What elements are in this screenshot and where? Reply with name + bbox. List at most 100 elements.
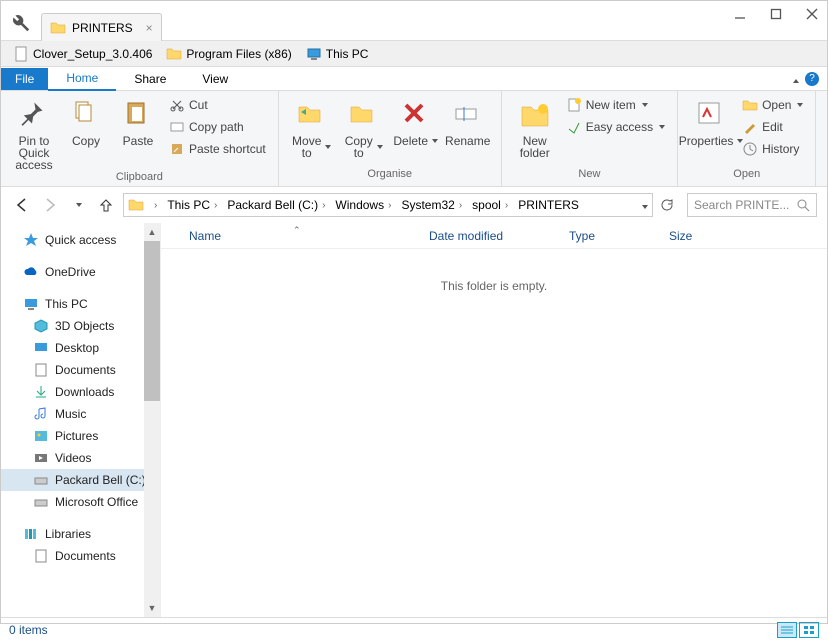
scissors-icon (169, 97, 185, 113)
tree-onedrive[interactable]: OneDrive (1, 261, 160, 283)
copy-button[interactable]: Copy (61, 95, 111, 147)
pin-to-quick-access-button[interactable]: Pin to Quick access (9, 95, 59, 171)
column-name[interactable]: Name⌃ (181, 229, 421, 243)
address-dropdown[interactable] (640, 198, 648, 212)
select-all-button[interactable]: Select all (824, 95, 828, 115)
new-item-icon (566, 97, 582, 113)
maximize-button[interactable] (769, 7, 783, 21)
copy-to-icon (348, 99, 380, 131)
help-button[interactable]: ? (805, 72, 819, 86)
copy-path-button[interactable]: Copy path (165, 117, 270, 137)
bookmark-label: This PC (326, 47, 369, 61)
column-date[interactable]: Date modified (421, 229, 561, 243)
group-label: Organise (287, 168, 493, 182)
close-button[interactable] (805, 7, 819, 21)
scroll-down-icon[interactable]: ▼ (144, 599, 160, 617)
edit-button[interactable]: Edit (738, 117, 807, 137)
close-tab-icon[interactable]: × (146, 21, 153, 35)
tree-downloads[interactable]: Downloads (1, 381, 160, 403)
tree-music[interactable]: Music (1, 403, 160, 425)
content-pane: Name⌃ Date modified Type Size This folde… (161, 223, 827, 617)
pc-icon (306, 46, 322, 62)
tree-quick-access[interactable]: Quick access (1, 229, 160, 251)
wrench-icon[interactable] (9, 12, 33, 36)
new-folder-button[interactable]: New folder (510, 95, 560, 159)
tree-3d-objects[interactable]: 3D Objects (1, 315, 160, 337)
paste-button[interactable]: Paste (113, 95, 163, 147)
pc-icon (23, 296, 39, 312)
properties-icon (695, 99, 727, 131)
collapse-ribbon-button[interactable] (791, 72, 799, 86)
breadcrumb-sep[interactable]: › (146, 200, 161, 211)
recent-locations-button[interactable] (67, 194, 89, 216)
breadcrumb-item[interactable]: Packard Bell (C:)› (223, 198, 329, 212)
pictures-icon (33, 428, 49, 444)
nav-scrollbar[interactable]: ▲ ▼ (144, 223, 160, 617)
home-tab[interactable]: Home (48, 67, 116, 91)
breadcrumb-item[interactable]: Windows› (331, 198, 395, 212)
tree-desktop[interactable]: Desktop (1, 337, 160, 359)
videos-icon (33, 450, 49, 466)
breadcrumb-item[interactable]: This PC› (163, 198, 221, 212)
breadcrumb-item[interactable]: PRINTERS (514, 198, 583, 212)
file-tab[interactable]: File (1, 68, 48, 90)
bookmark-item[interactable]: This PC (302, 44, 373, 64)
star-icon (23, 232, 39, 248)
tree-videos[interactable]: Videos (1, 447, 160, 469)
share-tab[interactable]: Share (116, 68, 184, 90)
move-to-button[interactable]: Move to (287, 95, 337, 159)
up-button[interactable] (95, 194, 117, 216)
scroll-up-icon[interactable]: ▲ (144, 223, 160, 241)
folder-icon (128, 197, 144, 213)
desktop-icon (33, 340, 49, 356)
documents-icon (33, 362, 49, 378)
item-count: 0 items (9, 623, 48, 637)
address-field[interactable]: › This PC› Packard Bell (C:)› Windows› S… (123, 193, 653, 217)
ribbon-tabs: File Home Share View ? (1, 67, 827, 91)
scroll-thumb[interactable] (144, 241, 160, 401)
tree-lib-documents[interactable]: Documents (1, 545, 160, 567)
breadcrumb-item[interactable]: spool› (468, 198, 512, 212)
tree-microsoft-office[interactable]: Microsoft Office (1, 491, 160, 513)
back-button[interactable] (11, 194, 33, 216)
downloads-icon (33, 384, 49, 400)
new-item-button[interactable]: New item (562, 95, 669, 115)
tree-documents[interactable]: Documents (1, 359, 160, 381)
column-headers: Name⌃ Date modified Type Size (161, 223, 827, 249)
tree-libraries[interactable]: Libraries (1, 523, 160, 545)
bookmark-item[interactable]: Program Files (x86) (162, 44, 295, 64)
invert-selection-button[interactable]: Invert selection (824, 139, 828, 159)
group-label: Open (686, 168, 807, 182)
folder-icon (50, 20, 66, 36)
column-size[interactable]: Size (661, 229, 721, 243)
navigation-pane: Quick access OneDrive This PC 3D Objects… (1, 223, 161, 617)
music-icon (33, 406, 49, 422)
new-folder-icon (519, 99, 551, 131)
view-tab[interactable]: View (184, 68, 246, 90)
paste-shortcut-button[interactable]: Paste shortcut (165, 139, 270, 159)
cloud-icon (23, 264, 39, 280)
delete-button[interactable]: Delete (391, 95, 441, 147)
tree-this-pc[interactable]: This PC (1, 293, 160, 315)
history-button[interactable]: History (738, 139, 807, 159)
select-none-button[interactable]: Select none (824, 117, 828, 137)
tree-drive-c[interactable]: Packard Bell (C:) (1, 469, 160, 491)
search-input[interactable]: Search PRINTE... (687, 193, 817, 217)
browser-tab[interactable]: PRINTERS × (41, 13, 162, 41)
copy-to-button[interactable]: Copy to (339, 95, 389, 159)
documents-icon (33, 548, 49, 564)
refresh-button[interactable] (659, 197, 681, 213)
minimize-button[interactable] (733, 7, 747, 21)
open-button[interactable]: Open (738, 95, 807, 115)
cut-button[interactable]: Cut (165, 95, 270, 115)
pin-icon (18, 99, 50, 131)
status-bar: 0 items (1, 617, 827, 641)
tree-pictures[interactable]: Pictures (1, 425, 160, 447)
rename-button[interactable]: Rename (443, 95, 493, 147)
forward-button[interactable] (39, 194, 61, 216)
bookmark-item[interactable]: Clover_Setup_3.0.406 (9, 44, 156, 64)
breadcrumb-item[interactable]: System32› (397, 198, 466, 212)
easy-access-button[interactable]: Easy access (562, 117, 669, 137)
column-type[interactable]: Type (561, 229, 661, 243)
properties-button[interactable]: Properties (686, 95, 736, 147)
